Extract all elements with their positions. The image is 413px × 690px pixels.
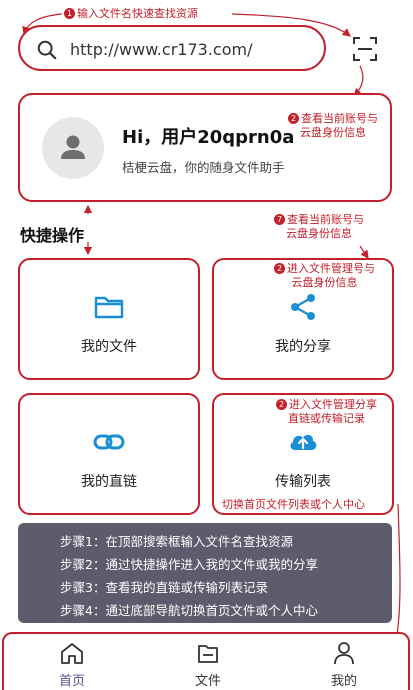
step-3: 步骤3：查看我的直链或传输列表记录 [60,580,268,595]
my-shares-label: 我的分享 [275,339,331,355]
annotation-quick: 7 查看当前账号与 云盘身份信息 [274,213,364,241]
search-icon [37,40,57,60]
annotation-search: 1 输入文件名快速查找资源 [64,7,198,21]
annotation-shares: 2 进入文件管理号与 云盘身份信息 [274,262,375,290]
folder-icon [94,296,124,319]
my-links-tile[interactable]: 我的直链 [18,393,200,515]
person-icon [334,642,354,665]
link-icon [93,434,125,450]
annotation-user: 2 查看当前账号与 云盘身份信息 [288,112,378,140]
steps-panel: 步骤1：在顶部搜索框输入文件名查找资源 步骤2：通过快捷操作进入我的文件或我的分… [18,523,392,623]
quick-actions-title: 快捷操作 [20,226,85,245]
tab-home[interactable]: 首页 [32,640,112,689]
step-1: 步骤1：在顶部搜索框输入文件名查找资源 [60,534,293,549]
share-icon [291,294,315,320]
person-icon [61,135,85,159]
annotation-tabs: 切换首页文件列表或个人中心 [222,498,365,511]
tab-files[interactable]: 文件 [168,640,248,689]
scan-icon[interactable] [352,36,378,62]
user-subtitle: 桔梗云盘，你的随身文件助手 [122,160,285,175]
home-icon [61,643,83,664]
search-input[interactable] [70,37,315,61]
transfer-list-label: 传输列表 [275,474,331,490]
tab-files-label: 文件 [194,674,221,689]
tab-me[interactable]: 我的 [304,640,384,689]
my-links-label: 我的直链 [81,474,137,490]
bottom-tab-bar: 首页 文件 我的 [2,632,410,690]
annotation-transfer: 2 进入文件管理分享 直链或传输记录 [276,398,377,426]
cloud-upload-icon [290,434,317,450]
my-files-label: 我的文件 [81,339,137,355]
tab-home-label: 首页 [58,674,85,689]
tab-me-label: 我的 [330,674,357,689]
step-2: 步骤2：通过快捷操作进入我的文件或我的分享 [60,557,318,572]
search-bar[interactable] [18,25,326,71]
user-card[interactable]: Hi，用户20qprn0a 桔梗云盘，你的随身文件助手 [18,93,392,202]
avatar [42,117,104,179]
user-greeting: Hi，用户20qprn0a [122,127,295,148]
my-files-tile[interactable]: 我的文件 [18,258,200,380]
step-4: 步骤4：通过底部导航切换首页文件或个人中心 [60,603,318,618]
file-icon [198,645,218,663]
